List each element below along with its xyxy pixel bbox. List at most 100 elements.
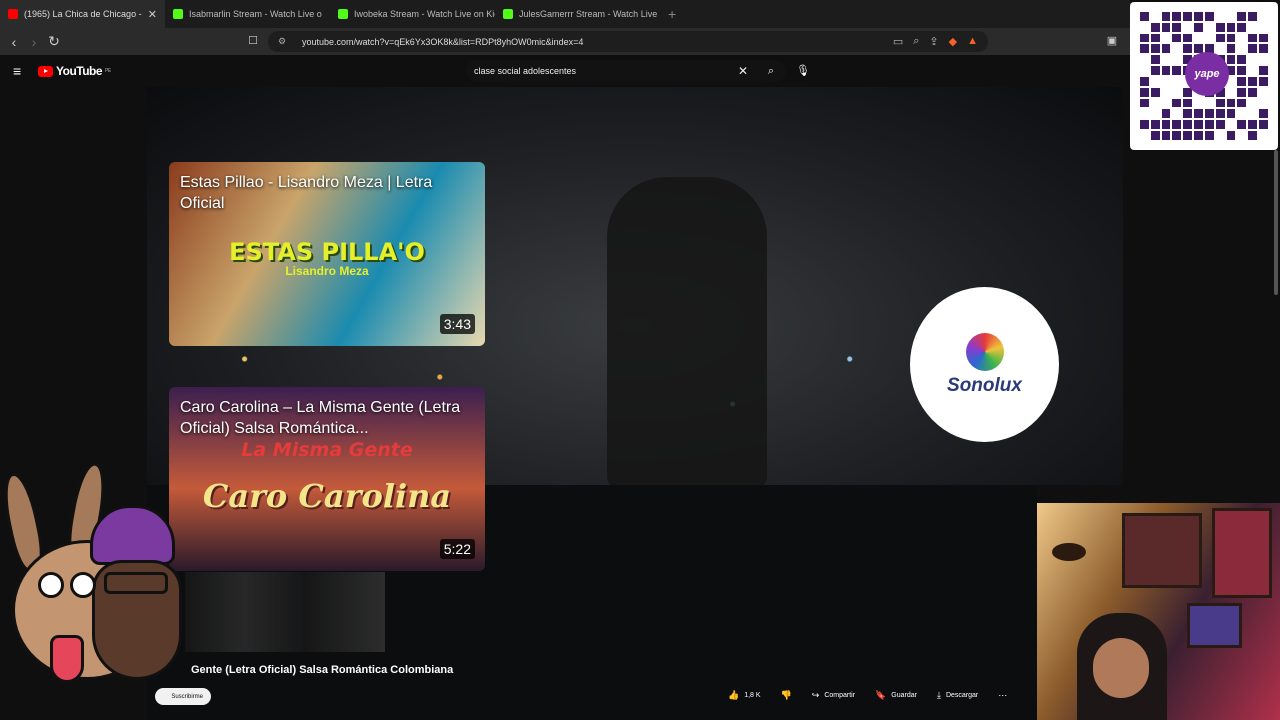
share-label: Compartir: [824, 692, 856, 699]
like-count: 1,8 K: [744, 692, 761, 699]
qr-module: [1161, 66, 1171, 75]
band-photo: [185, 572, 385, 652]
search-icon[interactable]: ⌕: [768, 65, 774, 78]
qr-module: [1194, 98, 1203, 108]
rewards-icon[interactable]: ▲: [967, 35, 978, 48]
endscreen-video-card[interactable]: ESTAS PILLA'O Lisandro Meza Estas Pillao…: [169, 162, 485, 346]
qr-module: [1226, 120, 1236, 130]
qr-module: [1226, 109, 1236, 119]
search-value: clase social adolescentes: [474, 66, 577, 76]
cast-icon[interactable]: ▭: [893, 35, 903, 48]
qr-module: [1183, 109, 1193, 119]
tab-youtube[interactable]: (1965) La Chica de Chicago - ✕: [0, 0, 165, 28]
forward-icon[interactable]: ›: [24, 34, 44, 50]
qr-module: [1259, 44, 1268, 54]
qr-module: [1161, 22, 1171, 32]
scrollbar[interactable]: [1274, 150, 1278, 295]
qr-module: [1259, 87, 1268, 97]
qr-module: [1194, 22, 1203, 32]
channel-subscribe-logo[interactable]: Sonolux: [910, 287, 1059, 442]
qr-module: [1161, 98, 1171, 108]
qr-module: [1237, 22, 1247, 32]
qr-module: [1237, 131, 1247, 140]
close-tab-icon[interactable]: ✕: [148, 8, 157, 21]
wall-picture: [1187, 603, 1242, 648]
sonolux-mark-icon: [965, 332, 1004, 371]
more-options-button[interactable]: ⋯: [992, 687, 1013, 704]
bookmark-icon: 🔖: [875, 690, 887, 700]
brand-name: Sonolux: [947, 374, 1022, 396]
video-actions: 👍 1,8 K 👎 ↪ Compartir 🔖 Guardar ⤓ Descar…: [722, 687, 1013, 704]
qr-module: [1161, 131, 1171, 140]
search-input[interactable]: clase social adolescentes ✕ ⌕: [466, 60, 786, 82]
qr-module: [1226, 55, 1236, 65]
qr-module: [1150, 98, 1160, 108]
qr-module: [1259, 76, 1268, 86]
duration-badge: 3:43: [439, 314, 475, 334]
qr-module: [1215, 44, 1225, 54]
zoom-icon[interactable]: ⌕: [913, 35, 919, 48]
mascot-overlay: [0, 460, 195, 710]
back-icon[interactable]: ‹: [4, 34, 24, 50]
tab-kick-1[interactable]: Isabmarlin Stream - Watch Live o: [165, 0, 330, 28]
reload-icon[interactable]: ↻: [44, 33, 64, 50]
thumbnail-art-title: La Misma Gente: [241, 439, 413, 461]
qr-module: [1183, 12, 1193, 21]
card-title: Estas Pillao - Lisandro Meza | Letra Ofi…: [180, 174, 433, 212]
bookmark-icon[interactable]: ☐: [248, 34, 258, 47]
sidebar-toggle-icon[interactable]: ▣: [1102, 34, 1122, 47]
qr-module: [1172, 76, 1182, 86]
shield-icon[interactable]: ◆: [949, 35, 957, 48]
thumbs-down-icon: 👎: [780, 690, 792, 700]
qr-module: [1161, 120, 1171, 130]
share-button[interactable]: ↪ Compartir: [806, 687, 861, 704]
qr-module: [1140, 44, 1149, 54]
microphone-icon[interactable]: 🎙: [796, 64, 810, 77]
qr-code-overlay: yape: [1130, 2, 1278, 150]
save-button[interactable]: 🔖 Guardar: [869, 687, 923, 704]
mascot-glasses: [104, 572, 168, 594]
qr-module: [1226, 87, 1236, 97]
qr-module: [1140, 22, 1149, 32]
tab-label: Isabmarlin Stream - Watch Live o: [189, 9, 322, 19]
qr-module: [1194, 109, 1203, 119]
qr-module: [1226, 12, 1236, 21]
qr-module: [1248, 76, 1258, 86]
dislike-button[interactable]: 👎: [775, 687, 798, 704]
youtube-logo[interactable]: YouTube PE: [38, 64, 111, 78]
qr-module: [1172, 98, 1182, 108]
qr-module: [1150, 55, 1160, 65]
qr-module: [1150, 87, 1160, 97]
qr-module: [1140, 98, 1149, 108]
endscreen-video-card[interactable]: La Misma Gente Caro Carolina Caro Caroli…: [169, 387, 485, 571]
youtube-favicon-icon: [8, 9, 18, 19]
hamburger-menu-icon[interactable]: ≡: [13, 63, 21, 79]
qr-module: [1259, 55, 1268, 65]
yape-logo: yape: [1185, 52, 1229, 96]
qr-module: [1215, 131, 1225, 140]
site-info-icon[interactable]: ⚙: [278, 36, 290, 47]
kick-favicon-icon: [338, 9, 348, 19]
tab-label: (1965) La Chica de Chicago -: [24, 9, 142, 19]
video-title: Gente (Letra Oficial) Salsa Romántica Co…: [191, 664, 454, 676]
card-title: Caro Carolina – La Misma Gente (Letra Of…: [180, 399, 461, 437]
qr-module: [1248, 22, 1258, 32]
url-text: youtube.com/watch?v=qEk6Yx3OK8k&list=RDP…: [302, 36, 584, 47]
new-tab-icon[interactable]: +: [668, 6, 676, 22]
url-field[interactable]: ⚙ youtube.com/watch?v=qEk6Yx3OK8k&list=R…: [268, 31, 988, 52]
tab-kick-2[interactable]: Iwobeka Stream - Watch Live on Kick: [330, 0, 495, 28]
qr-module: [1140, 76, 1149, 86]
qr-module: [1237, 44, 1247, 54]
clear-search-icon[interactable]: ✕: [738, 64, 748, 78]
like-button[interactable]: 👍 1,8 K: [722, 687, 767, 704]
thumbnail-art-sub: Caro Carolina: [202, 477, 452, 515]
tab-kick-3[interactable]: JulesGamerrr Stream - Watch Live o: [495, 0, 660, 28]
qr-module: [1140, 109, 1149, 119]
qr-module: [1215, 98, 1225, 108]
qr-module: [1150, 12, 1160, 21]
share-icon[interactable]: ⇪: [929, 35, 938, 48]
qr-module: [1150, 76, 1160, 86]
region-code: PE: [105, 68, 111, 74]
qr-module: [1259, 66, 1268, 75]
download-button[interactable]: ⤓ Descargar: [931, 687, 984, 704]
